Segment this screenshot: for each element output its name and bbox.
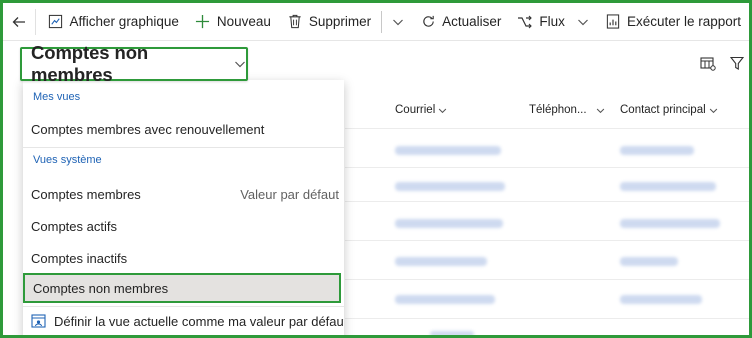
filter-icon[interactable]	[729, 56, 745, 74]
plus-icon	[195, 14, 211, 30]
back-button[interactable]	[3, 8, 36, 35]
default-view-icon	[31, 313, 46, 329]
view-option-label: Comptes inactifs	[31, 250, 128, 266]
chevron-down-icon	[393, 19, 404, 25]
edit-columns-icon[interactable]	[700, 56, 716, 74]
show-chart-button[interactable]: Afficher graphique	[40, 3, 187, 41]
view-selector[interactable]: Comptes non membres	[20, 42, 248, 85]
column-header-primary-contact[interactable]: Contact principal	[620, 104, 718, 116]
grid-divider	[345, 167, 749, 168]
view-option-active-accounts[interactable]: Comptes actifs	[23, 211, 344, 241]
redacted-email	[395, 295, 495, 304]
command-bar: Afficher graphique Nouveau Supprimer Act…	[3, 3, 749, 41]
redacted-contact	[620, 182, 716, 191]
new-button[interactable]: Nouveau	[187, 3, 279, 41]
chevron-down-icon	[234, 58, 246, 70]
chart-icon	[48, 14, 64, 30]
redacted-email	[430, 331, 474, 337]
redacted-contact	[620, 257, 678, 266]
redacted-email	[395, 219, 503, 228]
chevron-down-icon	[439, 108, 447, 113]
run-report-label: Exécuter le rapport	[626, 14, 741, 29]
refresh-button[interactable]: Actualiser	[412, 3, 509, 41]
default-view-note: Valeur par défaut	[240, 186, 339, 202]
view-option-label: Comptes non membres	[33, 280, 169, 296]
view-dropdown-menu: Mes vues Comptes membres avec renouvelle…	[23, 80, 344, 338]
redacted-email	[395, 257, 487, 266]
view-option-label: Comptes membres avec renouvellement	[31, 121, 265, 137]
grid-divider	[345, 240, 749, 241]
delete-label: Supprimer	[308, 14, 372, 29]
redacted-contact	[620, 219, 720, 228]
chevron-down-icon	[709, 108, 717, 113]
run-report-button[interactable]: Exécuter le rapport	[597, 3, 749, 41]
system-views-heading: Vues système	[33, 154, 102, 166]
flow-icon	[517, 14, 533, 30]
flow-button[interactable]: Flux	[509, 3, 597, 41]
view-option-member-accounts[interactable]: Comptes membres Valeur par défaut	[23, 179, 344, 209]
grid-divider	[345, 128, 749, 129]
grid-divider	[345, 201, 749, 202]
view-option-inactive-accounts[interactable]: Comptes inactifs	[23, 243, 344, 273]
view-option-label: Comptes actifs	[31, 218, 117, 234]
delete-button[interactable]: Supprimer	[279, 3, 379, 41]
redacted-contact	[620, 295, 702, 304]
view-option-non-member-accounts[interactable]: Comptes non membres	[23, 273, 341, 303]
toolbar-separator	[381, 10, 383, 33]
refresh-icon	[420, 14, 436, 30]
redacted-email	[395, 182, 505, 191]
set-default-view-option[interactable]: Définir la vue actuelle comme ma valeur …	[23, 306, 344, 336]
trash-icon	[287, 14, 303, 30]
redacted-email	[395, 146, 501, 155]
view-option-my-renewal[interactable]: Comptes membres avec renouvellement	[23, 114, 344, 144]
my-views-heading: Mes vues	[33, 91, 81, 103]
redacted-contact	[620, 146, 694, 155]
grid-divider	[345, 318, 749, 319]
grid-divider	[345, 279, 749, 280]
grid-tools	[700, 56, 745, 74]
menu-divider	[23, 147, 344, 148]
show-chart-label: Afficher graphique	[69, 14, 179, 29]
view-title: Comptes non membres	[31, 42, 149, 85]
new-label: Nouveau	[216, 14, 271, 29]
column-header-email[interactable]: Courriel	[395, 104, 447, 116]
flow-label: Flux	[539, 14, 565, 29]
report-icon	[605, 14, 621, 30]
column-header-phone[interactable]: Téléphon...	[529, 104, 605, 116]
chevron-down-icon	[578, 19, 588, 25]
back-arrow-icon	[12, 16, 25, 27]
view-option-label: Comptes membres	[31, 186, 141, 202]
more-commands-chevron[interactable]	[384, 3, 412, 41]
refresh-label: Actualiser	[442, 14, 502, 29]
chevron-down-icon	[596, 108, 604, 113]
set-default-label: Définir la vue actuelle comme ma valeur …	[54, 313, 344, 329]
